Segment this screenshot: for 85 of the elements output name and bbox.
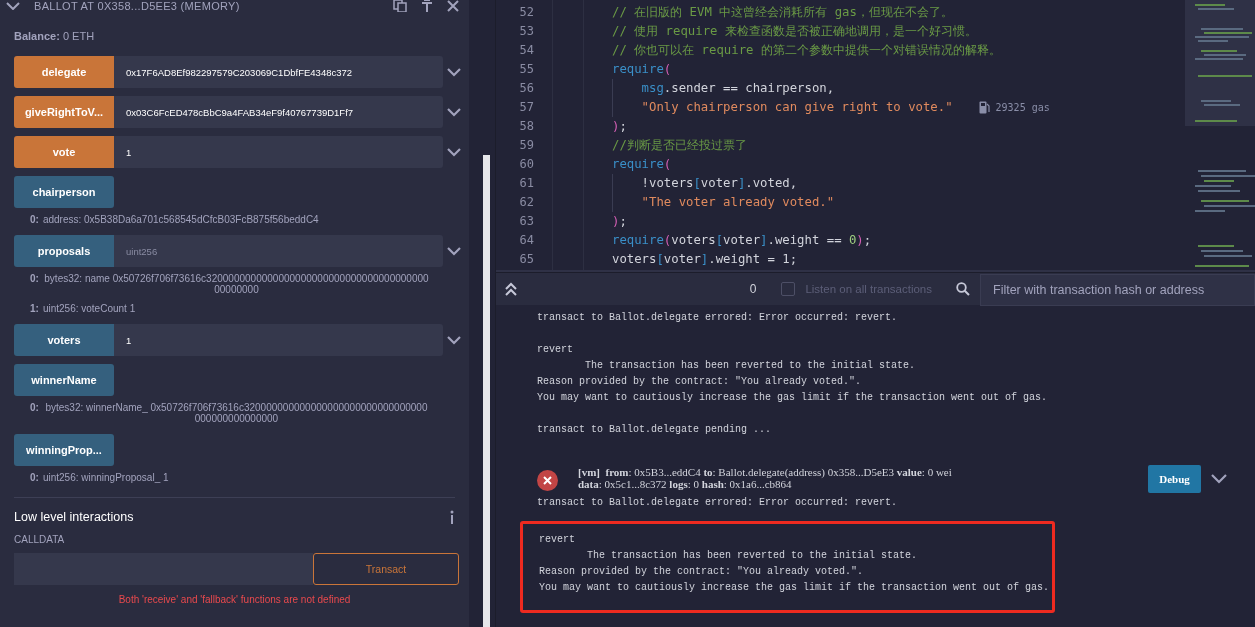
section-title: Low level interactions: [14, 510, 134, 524]
code-line: "Only chairperson can give right to vote.": [612, 98, 953, 117]
line-number: 52: [518, 4, 534, 21]
line-number: 62: [518, 194, 534, 211]
function-button[interactable]: winningProp...: [14, 434, 114, 466]
code-line: "The voter already voted.": [612, 193, 835, 212]
code-line: voters[voter].weight = 1;: [612, 251, 798, 268]
function-button[interactable]: proposals: [14, 235, 114, 267]
copy-icon[interactable]: [393, 0, 407, 12]
filter-field[interactable]: Filter with transaction hash or address: [980, 273, 1255, 306]
line-number: 64: [518, 232, 534, 249]
gas-pump-icon: [978, 101, 990, 114]
code-line: // 使用 require 来检查函数是否被正确地调用，是一个好习惯。: [612, 23, 977, 40]
info-icon[interactable]: [449, 510, 455, 524]
function-button[interactable]: delegate: [14, 56, 114, 88]
calldata-field[interactable]: [14, 553, 313, 585]
function-button[interactable]: voters: [14, 324, 114, 356]
log-line: transact to Ballot.delegate errored: Error occurred: revert.: [537, 311, 899, 325]
log-line: You may want to cautiously increase the gas limit if the transaction went out of gas.: [537, 391, 1049, 405]
scrollbar-thumb[interactable]: [483, 155, 490, 627]
code-line: );: [612, 213, 627, 230]
code-line: require(: [612, 156, 672, 173]
transact-button[interactable]: Transact: [313, 553, 459, 585]
argument-field[interactable]: 0x03C6FcED478cBbC9a4FAB34eF9f40767739D1Ff7: [114, 96, 443, 128]
line-number: 65: [518, 251, 534, 268]
close-icon[interactable]: [447, 0, 459, 12]
line-number: 53: [518, 23, 534, 40]
output-text: 0: address: 0x5B38Da6a701c568545dCfcB03FcB875f56beddC4: [29, 214, 320, 225]
chevron-down-icon[interactable]: [447, 335, 461, 345]
line-number: 60: [518, 156, 534, 173]
output-text: 0: uint256: winningProposal_ 1: [29, 472, 170, 483]
code-line: require(: [612, 61, 672, 78]
line-number: 57: [518, 99, 534, 116]
line-number: 55: [518, 61, 534, 78]
chevron-down-icon[interactable]: [447, 246, 461, 256]
log-line: The transaction has been reverted to the initial state.: [584, 359, 917, 373]
log-line: transact to Ballot.delegate errored: Error occurred: revert.: [537, 496, 899, 510]
search-icon[interactable]: [956, 282, 970, 296]
code-line: // 在旧版的 EVM 中这曾经会消耗所有 gas，但现在不会了。: [612, 4, 953, 21]
transaction-details: data: 0x5c1...8c372 logs: 0 hash: 0x1a6...cb864: [578, 478, 793, 490]
argument-field[interactable]: 0x17F6AD8Ef982297579C203069C1DbfFE4348c372: [114, 56, 443, 88]
chevron-down-icon[interactable]: [447, 67, 461, 77]
code-line: //判断是否已经投过票了: [612, 137, 747, 154]
log-line: Reason provided by the contract: "You already voted.".: [537, 375, 863, 389]
log-line: revert: [537, 343, 574, 357]
log-line: The transaction has been reverted to the initial state.: [586, 549, 919, 563]
chevron-down-icon[interactable]: [447, 107, 461, 117]
double-chevron-up-icon[interactable]: [505, 282, 517, 296]
code-line: );: [612, 118, 627, 135]
line-number: 54: [518, 42, 534, 59]
code-line: // 你也可以在 require 的第二个参数中提供一个对错误情况的解释。: [612, 42, 1001, 59]
debug-button[interactable]: Debug: [1148, 465, 1201, 493]
gas-estimate: 29325 gas: [995, 101, 1050, 115]
log-line: You may want to cautiously increase the gas limit if the transaction went out of gas.: [539, 581, 1051, 595]
checkbox[interactable]: [781, 282, 796, 296]
function-button[interactable]: winnerName: [14, 364, 114, 396]
contract-title: BALLOT AT 0X358...D5EE3 (MEMORY): [34, 0, 240, 12]
line-number: 58: [518, 118, 534, 135]
chevron-down-icon[interactable]: [447, 147, 461, 157]
error-text: Both 'receive' and 'fallback' functions are not defined: [117, 594, 352, 605]
transaction-count: 0: [749, 282, 757, 296]
chevron-down-icon[interactable]: [6, 2, 20, 10]
argument-field[interactable]: 1: [114, 324, 443, 356]
line-number: 59: [518, 137, 534, 154]
log-line: transact to Ballot.delegate pending ...: [537, 423, 773, 437]
code-line: msg.sender == chairperson,: [612, 79, 835, 98]
argument-field[interactable]: 1: [114, 136, 443, 168]
code-line: require(voters[voter].weight == 0);: [612, 232, 872, 249]
log-line: revert: [539, 533, 576, 547]
line-number: 63: [518, 213, 534, 230]
code-line: !voters[voter].voted,: [612, 174, 798, 193]
function-button[interactable]: chairperson: [14, 176, 114, 208]
argument-field[interactable]: uint256: [114, 235, 443, 267]
output-text: 0: bytes32: name 0x50726f706f73616c320000000000000000000000000000000000000000000000: [29, 273, 430, 295]
output-text: 0: bytes32: winnerName_ 0x50726f706f73616c320000000000000000000000000000000000000000000000: [29, 402, 429, 424]
output-text: 1: uint256: voteCount 1: [29, 303, 137, 314]
transaction-details: [vm] from: 0x5B3...eddC4 to: Ballot.delegate(address) 0x358...D5eE3 value: 0 wei: [578, 466, 952, 478]
balance-text: Balance: 0 ETH: [14, 30, 96, 42]
chevron-down-icon[interactable]: [1211, 474, 1227, 484]
function-button[interactable]: vote: [14, 136, 114, 168]
line-number: 61: [518, 175, 534, 192]
line-number: 56: [518, 80, 534, 97]
calldata-label: CALLDATA: [14, 534, 66, 545]
log-line: Reason provided by the contract: "You already voted.".: [539, 565, 865, 579]
function-button[interactable]: giveRightToV...: [14, 96, 114, 128]
